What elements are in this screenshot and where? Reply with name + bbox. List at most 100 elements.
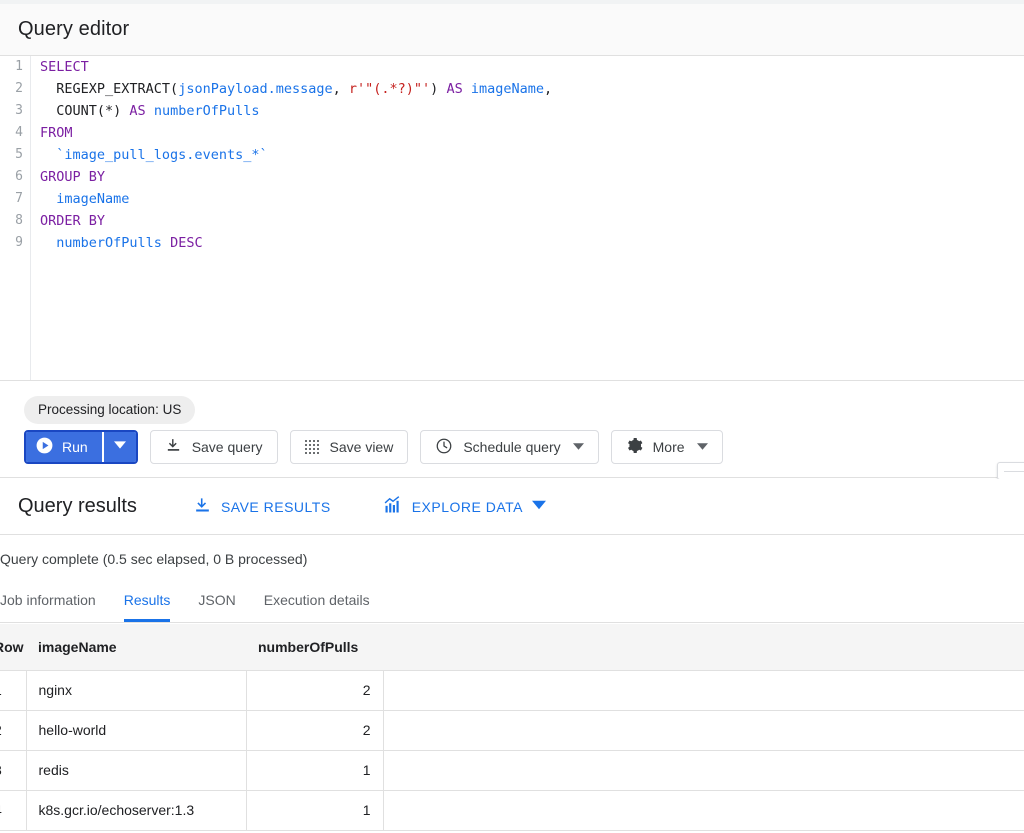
- tab-results[interactable]: Results: [110, 583, 185, 622]
- code-line-6: GROUP BY: [40, 166, 1024, 188]
- chevron-down-icon: [532, 498, 546, 515]
- sql-punct: ,: [333, 81, 349, 97]
- sql-function: COUNT(*): [56, 103, 129, 119]
- sql-alias: numberOfPulls: [154, 103, 260, 119]
- schedule-query-label: Schedule query: [463, 439, 560, 455]
- save-download-icon: [193, 496, 212, 518]
- sql-indent: [40, 81, 56, 97]
- tab-job-information[interactable]: Job information: [0, 583, 110, 622]
- sql-keyword: ORDER BY: [40, 213, 105, 229]
- more-label: More: [653, 439, 685, 455]
- sql-indent: [40, 103, 56, 119]
- panel-resize-handle[interactable]: [997, 462, 1024, 480]
- code-line-5: `image_pull_logs.events_*`: [40, 144, 1024, 166]
- sql-keyword: SELECT: [40, 59, 89, 75]
- cell-row-number: 2: [0, 710, 26, 750]
- cell-filler: [383, 710, 1024, 750]
- line-number: 8: [0, 210, 30, 232]
- save-query-button[interactable]: Save query: [150, 430, 278, 464]
- sql-function: REGEXP_EXTRACT(: [56, 81, 178, 97]
- sql-punct: ,: [544, 81, 552, 97]
- table-row[interactable]: 3 redis 1: [0, 750, 1024, 790]
- cell-row-number: 3: [0, 750, 26, 790]
- sql-indent: [40, 147, 56, 163]
- chevron-down-icon: [573, 439, 584, 455]
- save-results-button[interactable]: SAVE RESULTS: [193, 496, 331, 518]
- column-header-imagename[interactable]: imageName: [26, 624, 246, 670]
- run-button-group[interactable]: Run: [24, 430, 138, 464]
- cell-image-name: nginx: [26, 670, 246, 710]
- grid-dots-icon: [305, 440, 320, 455]
- table-row[interactable]: 1 nginx 2: [0, 670, 1024, 710]
- table-row[interactable]: 4 k8s.gcr.io/echoserver:1.3 1: [0, 790, 1024, 830]
- sql-space: [162, 235, 170, 251]
- table-row[interactable]: 2 hello-world 2: [0, 710, 1024, 750]
- line-number: 6: [0, 166, 30, 188]
- sql-table-ref: `image_pull_logs.events_*`: [56, 147, 267, 163]
- sql-identifier: jsonPayload.message: [178, 81, 332, 97]
- cell-number-of-pulls: 1: [246, 790, 383, 830]
- schedule-query-button[interactable]: Schedule query: [420, 430, 598, 464]
- explore-data-button[interactable]: EXPLORE DATA: [383, 495, 546, 518]
- cell-filler: [383, 790, 1024, 830]
- results-tabs: Job information Results JSON Execution d…: [0, 583, 1024, 623]
- code-line-4: FROM: [40, 122, 1024, 144]
- tab-json[interactable]: JSON: [184, 583, 249, 622]
- sql-keyword: AS: [446, 81, 462, 97]
- cell-number-of-pulls: 2: [246, 670, 383, 710]
- cell-image-name: redis: [26, 750, 246, 790]
- results-table: Row imageName numberOfPulls 1 nginx 2 2 …: [0, 624, 1024, 831]
- code-line-9: numberOfPulls DESC: [40, 232, 1024, 254]
- chevron-down-icon: [114, 438, 126, 456]
- sql-space: [146, 103, 154, 119]
- sql-space: [463, 81, 471, 97]
- sql-indent: [40, 191, 56, 207]
- run-button-label: Run: [62, 439, 88, 455]
- sql-alias: imageName: [471, 81, 544, 97]
- cell-image-name: hello-world: [26, 710, 246, 750]
- code-line-1: SELECT: [40, 56, 1024, 78]
- table-header-row: Row imageName numberOfPulls: [0, 624, 1024, 670]
- code-line-3: COUNT(*) AS numberOfPulls: [40, 100, 1024, 122]
- processing-location-chip: Processing location: US: [24, 396, 195, 424]
- line-number: 1: [0, 56, 30, 78]
- gear-icon: [626, 437, 643, 457]
- bigquery-query-page: Query editor 1 2 3 4 5 6 7 8 9 SELECT RE…: [0, 0, 1024, 833]
- sql-keyword: GROUP BY: [40, 169, 105, 185]
- code-line-8: ORDER BY: [40, 210, 1024, 232]
- query-status-text: Query complete (0.5 sec elapsed, 0 B pro…: [0, 551, 307, 567]
- sql-column: numberOfPulls: [56, 235, 162, 251]
- results-title: Query results: [0, 495, 137, 518]
- cell-image-name: k8s.gcr.io/echoserver:1.3: [26, 790, 246, 830]
- editor-line-number-gutter: 1 2 3 4 5 6 7 8 9: [0, 56, 31, 380]
- sql-editor[interactable]: 1 2 3 4 5 6 7 8 9 SELECT REGEXP_EXTRACT(…: [0, 56, 1024, 381]
- play-circle-icon: [35, 436, 54, 458]
- sql-keyword: DESC: [170, 235, 203, 251]
- column-header-row[interactable]: Row: [0, 624, 26, 670]
- line-number: 3: [0, 100, 30, 122]
- query-editor-header: Query editor: [0, 4, 1024, 56]
- save-view-button[interactable]: Save view: [290, 430, 409, 464]
- cell-filler: [383, 670, 1024, 710]
- line-number: 4: [0, 122, 30, 144]
- tab-execution-details[interactable]: Execution details: [250, 583, 384, 622]
- run-button[interactable]: Run: [26, 432, 104, 462]
- code-line-2: REGEXP_EXTRACT(jsonPayload.message, r'"(…: [40, 78, 1024, 100]
- column-header-numberofpulls[interactable]: numberOfPulls: [246, 624, 383, 670]
- cell-number-of-pulls: 1: [246, 750, 383, 790]
- sql-keyword: AS: [129, 103, 145, 119]
- sql-column: imageName: [56, 191, 129, 207]
- cell-number-of-pulls: 2: [246, 710, 383, 750]
- save-results-label: SAVE RESULTS: [221, 499, 331, 515]
- run-dropdown-button[interactable]: [104, 432, 136, 462]
- sql-indent: [40, 235, 56, 251]
- cell-row-number: 4: [0, 790, 26, 830]
- page-title: Query editor: [0, 18, 129, 41]
- save-view-label: Save view: [330, 439, 394, 455]
- results-table-container[interactable]: Row imageName numberOfPulls 1 nginx 2 2 …: [0, 624, 1024, 833]
- chevron-down-icon: [697, 439, 708, 455]
- more-button[interactable]: More: [611, 430, 723, 464]
- explore-data-label: EXPLORE DATA: [412, 499, 523, 515]
- sql-code-area[interactable]: SELECT REGEXP_EXTRACT(jsonPayload.messag…: [32, 56, 1024, 380]
- cell-row-number: 1: [0, 670, 26, 710]
